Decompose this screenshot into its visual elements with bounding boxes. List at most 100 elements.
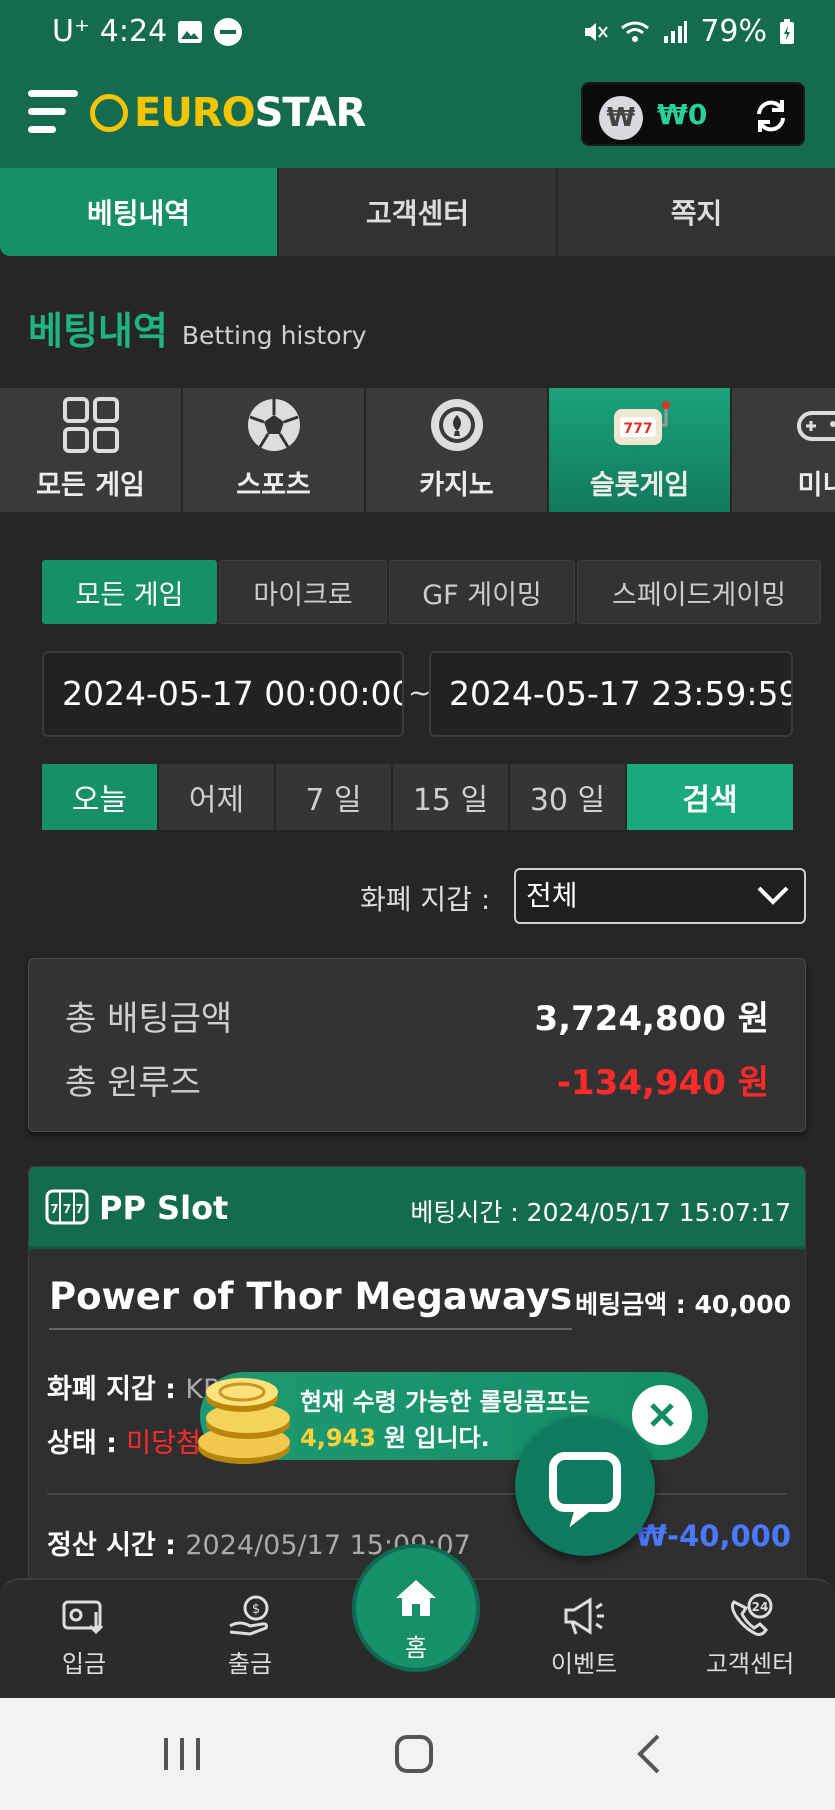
wallet-balance[interactable]: ₩ ₩0 xyxy=(581,82,805,146)
category-label: 스포츠 xyxy=(236,470,311,501)
slot-reels-icon: 7 7 7 xyxy=(45,1189,89,1225)
live-chat-button[interactable] xyxy=(515,1416,655,1556)
range-yesterday-button[interactable]: 어제 xyxy=(159,764,274,830)
chevron-down-icon xyxy=(757,886,789,905)
slot-machine-icon: 777 xyxy=(613,401,670,445)
carrier-label: U⁺ xyxy=(52,14,90,49)
soccer-ball-icon xyxy=(247,399,300,451)
do-not-disturb-icon xyxy=(214,17,243,46)
balance-amount: ₩0 xyxy=(657,98,708,131)
mute-icon xyxy=(585,22,609,41)
rolling-comp-line2: 4,943 원 입니다. xyxy=(300,1418,490,1453)
start-date-input[interactable]: 2024-05-17 00:00:00 xyxy=(42,651,404,737)
logo-mark-icon xyxy=(90,94,128,132)
category-all-games[interactable]: 모든 게임 xyxy=(0,388,183,512)
app-header: U⁺ 4:24 79% EURO STAR ₩ ₩0 xyxy=(0,0,835,168)
bet-amount-label: 베팅금액 : xyxy=(575,1290,686,1319)
megaphone-icon xyxy=(564,1597,604,1635)
svg-text:7 7 7: 7 7 7 xyxy=(50,1202,83,1216)
battery-icon xyxy=(780,18,794,44)
withdraw-icon: $ xyxy=(229,1595,269,1636)
total-bet-label: 총 배팅금액 xyxy=(65,999,233,1039)
total-winloss-label: 총 윈루즈 xyxy=(65,1063,201,1103)
total-winloss-value: -134,940 원 xyxy=(556,1063,769,1103)
provider-micro[interactable]: 마이크로 xyxy=(219,560,387,624)
nav-label: 출금 xyxy=(227,1650,273,1678)
page-title-ko: 베팅내역 xyxy=(28,309,168,353)
range-15days-button[interactable]: 15 일 xyxy=(393,764,508,830)
page-title-en: Betting history xyxy=(181,321,367,350)
rolling-comp-amount: 4,943 xyxy=(300,1424,376,1452)
currency-filter-label: 화폐 지갑 : xyxy=(360,883,491,916)
total-bet-value: 3,724,800 원 xyxy=(534,999,769,1039)
bet-provider-name: PP Slot xyxy=(99,1189,229,1227)
date-separator: ~ xyxy=(408,676,432,709)
recent-apps-icon[interactable] xyxy=(160,1734,204,1774)
support-24-icon: 24 xyxy=(730,1593,773,1636)
svg-text:777: 777 xyxy=(623,421,652,437)
signal-icon xyxy=(664,20,688,43)
search-button[interactable]: 검색 xyxy=(627,764,793,830)
category-casino[interactable]: 카지노 xyxy=(366,388,549,512)
svg-text:$: $ xyxy=(252,1602,260,1617)
bet-amount: 베팅금액 : 40,000 xyxy=(575,1285,791,1321)
game-category-strip: 모든 게임 스포츠 카지노 777 슬롯게임 미니 xyxy=(0,388,835,512)
refresh-icon[interactable] xyxy=(751,96,791,136)
clock: 4:24 xyxy=(99,14,168,49)
deposit-icon xyxy=(62,1600,104,1635)
nav-withdraw[interactable]: $ 출금 xyxy=(190,1592,310,1679)
nav-label: 고객센터 xyxy=(705,1650,795,1678)
tab-customer-center[interactable]: 고객센터 xyxy=(279,168,556,256)
betting-summary: 총 배팅금액 3,724,800 원 총 윈루즈 -134,940 원 xyxy=(28,958,806,1132)
currency-label: 화폐 지갑 : xyxy=(47,1374,176,1405)
range-today-button[interactable]: 오늘 xyxy=(42,764,157,830)
category-label: 카지노 xyxy=(419,470,494,501)
category-mini-games[interactable]: 미니 xyxy=(732,388,835,512)
status-value: 미당첨 xyxy=(126,1428,201,1459)
tab-messages[interactable]: 쪽지 xyxy=(558,168,835,256)
category-sports[interactable]: 스포츠 xyxy=(183,388,366,512)
provider-spade-gaming[interactable]: 스페이드게이밍 xyxy=(577,560,821,624)
bet-amount-value: 40,000 xyxy=(694,1290,791,1319)
gamepad-icon xyxy=(796,411,835,441)
range-7days-button[interactable]: 7 일 xyxy=(276,764,391,830)
provider-all-games[interactable]: 모든 게임 xyxy=(42,560,217,624)
hamburger-menu-icon[interactable] xyxy=(28,88,80,136)
status-label: 상태 : xyxy=(47,1428,117,1459)
chat-bubble-icon xyxy=(549,1452,621,1528)
range-30days-button[interactable]: 30 일 xyxy=(510,764,625,830)
quick-date-range: 오늘 어제 7 일 15 일 30 일 검색 xyxy=(42,764,793,830)
settle-label: 정산 시간 : xyxy=(47,1530,176,1561)
category-slot-games[interactable]: 777 슬롯게임 xyxy=(549,388,732,512)
gallery-icon xyxy=(178,20,203,43)
settle-amount: ₩-40,000 xyxy=(635,1519,791,1553)
nav-events[interactable]: 이벤트 xyxy=(524,1592,644,1679)
eurostar-logo[interactable]: EURO STAR xyxy=(90,90,366,136)
top-tabs: 베팅내역 고객센터 쪽지 xyxy=(0,168,835,256)
nav-label: 홈 xyxy=(404,1634,428,1662)
nav-label: 입금 xyxy=(61,1650,107,1678)
status-row: 상태 : 미당첨 xyxy=(47,1421,201,1460)
status-bar: U⁺ 4:24 79% xyxy=(0,0,835,64)
provider-gf-gaming[interactable]: GF 게이밍 xyxy=(389,560,575,624)
tab-betting-history[interactable]: 베팅내역 xyxy=(0,168,277,256)
bet-time-value: 2024/05/17 15:07:17 xyxy=(526,1198,791,1227)
home-button-icon[interactable] xyxy=(394,1734,434,1774)
home-icon xyxy=(396,1580,436,1616)
nav-support[interactable]: 24 고객센터 xyxy=(690,1592,810,1679)
currency-filter-select[interactable]: 전체 xyxy=(514,868,806,924)
nav-deposit[interactable]: 입금 xyxy=(24,1592,144,1679)
back-icon[interactable] xyxy=(634,1732,664,1776)
system-navigation-bar xyxy=(0,1698,835,1810)
end-date-input[interactable]: 2024-05-17 23:59:59 xyxy=(429,651,793,737)
category-label: 슬롯게임 xyxy=(589,470,690,501)
currency-filter-value: 전체 xyxy=(526,879,578,912)
category-label: 미니 xyxy=(797,470,835,501)
bet-time-label: 베팅시간 : xyxy=(410,1198,519,1227)
card-divider xyxy=(47,1493,787,1495)
battery-level: 79% xyxy=(700,14,767,49)
category-label: 모든 게임 xyxy=(36,470,145,501)
casino-chip-icon xyxy=(430,399,483,451)
nav-home[interactable]: 홈 xyxy=(352,1544,480,1672)
bet-time: 베팅시간 : 2024/05/17 15:07:17 xyxy=(410,1193,791,1229)
